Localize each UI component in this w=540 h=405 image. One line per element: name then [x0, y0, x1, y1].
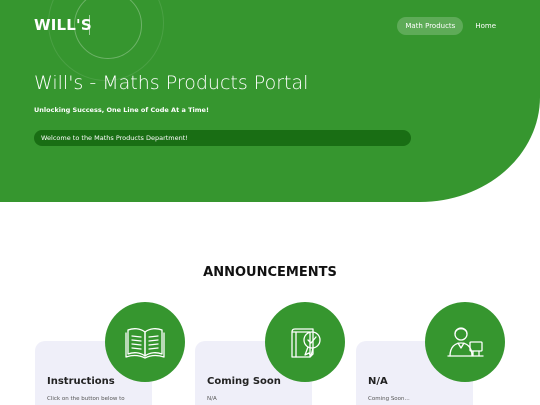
- top-nav: Math Products Home: [393, 17, 504, 35]
- card-title: N/A: [368, 376, 388, 387]
- card-text: N/A: [207, 396, 217, 402]
- open-book-icon: [105, 302, 185, 382]
- announcements-heading: ANNOUNCEMENTS: [203, 265, 337, 280]
- card-text: Coming Soon...: [368, 396, 410, 402]
- person-desk-icon: [425, 302, 505, 382]
- hero-subtitle: Unlocking Success, One Line of Code At a…: [34, 106, 209, 114]
- nav-math-products[interactable]: Math Products: [397, 17, 464, 35]
- card-title: Instructions: [47, 376, 115, 387]
- site-logo[interactable]: WILL'S: [34, 16, 92, 34]
- card-title: Coming Soon: [207, 376, 281, 387]
- welcome-banner: Welcome to the Maths Products Department…: [34, 130, 411, 146]
- book-badge-icon: [265, 302, 345, 382]
- card-text: Click on the button below to: [47, 396, 125, 402]
- hero-banner: WILL'S Math Products Home Will's - Maths…: [0, 0, 540, 202]
- logo-divider: [89, 15, 90, 35]
- page-title: Will's - Maths Products Portal: [34, 72, 309, 94]
- nav-home[interactable]: Home: [467, 17, 504, 35]
- decorative-circle: [48, 0, 164, 81]
